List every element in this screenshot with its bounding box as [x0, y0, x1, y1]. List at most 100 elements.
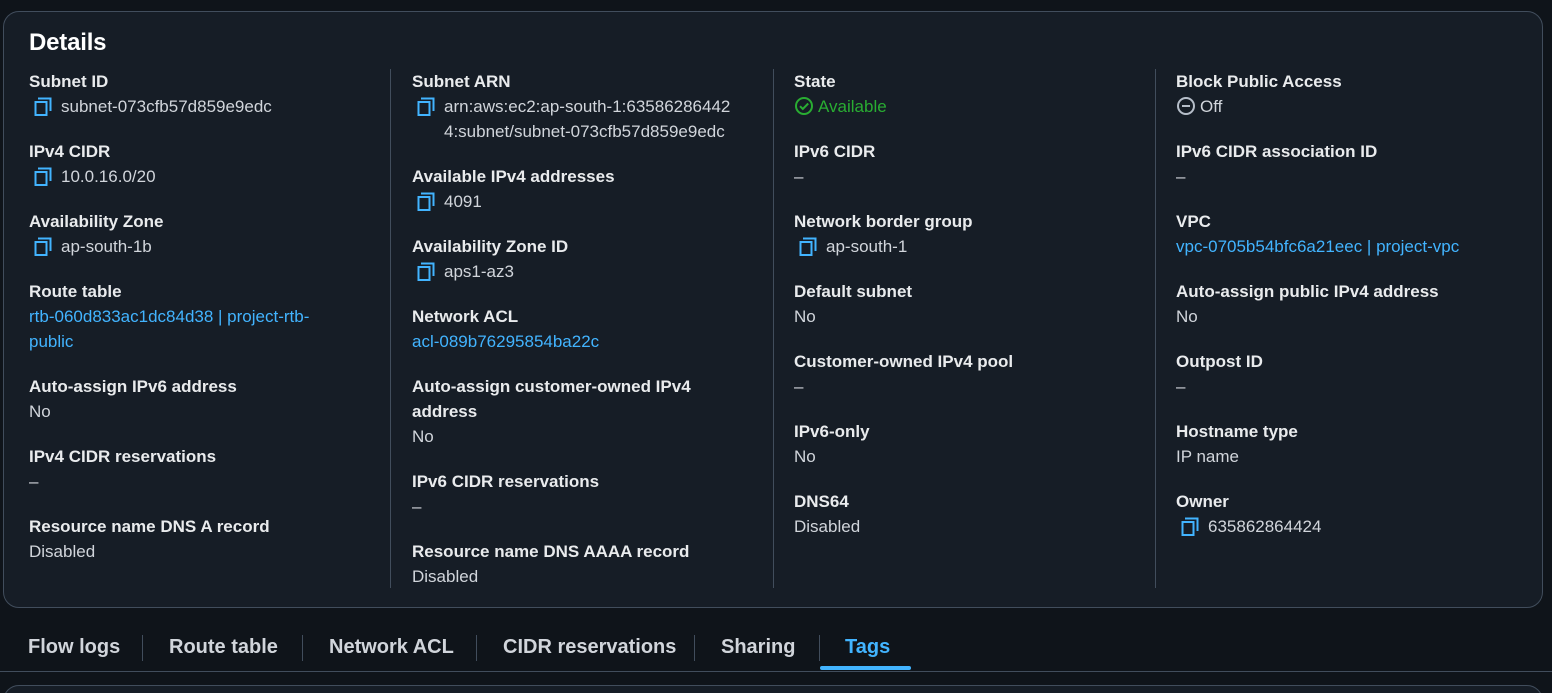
details-title: Details	[29, 29, 107, 56]
field-label: IPv6 CIDR	[794, 142, 876, 161]
value-link[interactable]: acl-089b76295854ba22c	[412, 329, 782, 354]
field-label: Hostname type	[1176, 422, 1298, 441]
value-line: No	[1176, 307, 1198, 326]
field-value[interactable]: acl-089b76295854ba22c	[412, 329, 782, 354]
value-text: Available	[794, 94, 1164, 119]
copy-icon[interactable]	[33, 167, 53, 187]
value-line[interactable]: vpc-0705b54bfc6a21eec | project-vpc	[1176, 237, 1459, 256]
field-label: Auto-assign IPv6 address	[29, 377, 237, 396]
tab-flow-logs[interactable]: Flow logs	[28, 624, 120, 671]
tab-separator	[476, 635, 477, 661]
field-value-row: No	[29, 399, 399, 424]
value-text: arn:aws:ec2:ap-south-1:63586286442	[444, 94, 730, 119]
field-owner: Owner 635862864424	[1176, 489, 1546, 539]
field-value-row: –	[794, 164, 1164, 189]
field-label: Network ACL	[412, 307, 519, 326]
value-line: No	[29, 402, 51, 421]
field-value: No	[1176, 304, 1546, 329]
copy-icon[interactable]	[1180, 517, 1200, 537]
field-value[interactable]: vpc-0705b54bfc6a21eec | project-vpc	[1176, 234, 1546, 259]
details-column-3: State Available IPv6 CIDR – Network border g…	[794, 69, 1164, 559]
field-value-row: ap-south-1b	[29, 234, 399, 259]
tab-route-table[interactable]: Route table	[169, 624, 278, 671]
field-label: Resource name DNS A record	[29, 517, 270, 536]
value-link[interactable]: vpc-0705b54bfc6a21eec | project-vpc	[1176, 234, 1546, 259]
field-value-row: Off	[1176, 94, 1546, 119]
tab-tags[interactable]: Tags	[845, 624, 890, 671]
value-line: No	[794, 307, 816, 326]
field-value-row: No	[412, 424, 782, 449]
field-value-row: –	[1176, 374, 1546, 399]
field-value: 4091	[444, 189, 482, 214]
copy-icon[interactable]	[33, 237, 53, 257]
value-line: subnet-073cfb57d859e9edc	[61, 97, 272, 116]
field-label: IPv6 CIDR association ID	[1176, 142, 1378, 161]
value-line: Disabled	[29, 542, 96, 561]
value-text: –	[1176, 164, 1546, 189]
value-line: Disabled	[794, 517, 861, 536]
field-value-row: –	[794, 374, 1164, 399]
value-line: Disabled	[412, 567, 479, 586]
tab-network-acl[interactable]: Network ACL	[329, 624, 454, 671]
value-text: 635862864424	[1208, 514, 1321, 539]
field-value-row: Disabled	[412, 564, 782, 589]
value-line: aps1-az3	[444, 262, 514, 281]
value-line: –	[412, 497, 422, 516]
value-line: 4091	[444, 192, 482, 211]
value-line: 4:subnet/subnet-073cfb57d859e9edc	[444, 122, 725, 141]
field-value: –	[794, 164, 1164, 189]
copy-icon[interactable]	[33, 97, 53, 117]
field-value-row: rtb-060d833ac1dc84d38 | project-rtb-publ…	[29, 304, 399, 354]
field-label: Default subnet	[794, 282, 913, 301]
value-link[interactable]: public	[29, 329, 399, 354]
field-ipv6-cidr-reservations: IPv6 CIDR reservations –	[412, 469, 782, 519]
field-value: –	[412, 494, 782, 519]
value-line: No	[412, 427, 434, 446]
field-label: IPv4 CIDR	[29, 142, 111, 161]
field-label: Outpost ID	[1176, 352, 1263, 371]
field-value: Disabled	[29, 539, 399, 564]
copy-icon[interactable]	[416, 192, 436, 212]
field-ipv4-cidr: IPv4 CIDR 10.0.16.0/20	[29, 139, 399, 189]
field-dns64: DNS64 Disabled	[794, 489, 1164, 539]
field-ipv6-cidr-association-id: IPv6 CIDR association ID –	[1176, 139, 1546, 189]
copy-icon[interactable]	[798, 237, 818, 257]
field-value[interactable]: rtb-060d833ac1dc84d38 | project-rtb-publ…	[29, 304, 399, 354]
field-value: –	[1176, 374, 1546, 399]
value-text: –	[1176, 374, 1546, 399]
field-value-row: No	[1176, 304, 1546, 329]
field-value-row: 4091	[412, 189, 782, 214]
value-text: No	[29, 399, 399, 424]
field-value-row: –	[29, 469, 399, 494]
value-text: –	[794, 164, 1164, 189]
field-subnet-id: Subnet ID subnet-073cfb57d859e9edc	[29, 69, 399, 119]
field-value-row: 10.0.16.0/20	[29, 164, 399, 189]
copy-icon[interactable]	[416, 262, 436, 282]
status-off-icon	[1176, 96, 1196, 116]
field-value: –	[794, 374, 1164, 399]
field-value-row: subnet-073cfb57d859e9edc	[29, 94, 399, 119]
value-line[interactable]: public	[29, 332, 73, 351]
value-text: No	[794, 304, 1164, 329]
value-text: –	[794, 374, 1164, 399]
value-line: 10.0.16.0/20	[61, 167, 156, 186]
field-availability-zone: Availability Zone ap-south-1b	[29, 209, 399, 259]
tab-cidr-reservations[interactable]: CIDR reservations	[503, 624, 676, 671]
field-network-border-group: Network border group ap-south-1	[794, 209, 1164, 259]
copy-icon[interactable]	[416, 97, 436, 117]
value-text: 4:subnet/subnet-073cfb57d859e9edc	[444, 119, 730, 144]
field-value-row: aps1-az3	[412, 259, 782, 284]
field-value-row: Disabled	[29, 539, 399, 564]
field-label: IPv6 CIDR reservations	[412, 472, 600, 491]
value-line: –	[29, 472, 39, 491]
value-text: Off	[1176, 94, 1546, 119]
value-line[interactable]: rtb-060d833ac1dc84d38 | project-rtb-	[29, 307, 309, 326]
value-link[interactable]: rtb-060d833ac1dc84d38 | project-rtb-	[29, 304, 399, 329]
value-line[interactable]: acl-089b76295854ba22c	[412, 332, 599, 351]
tab-separator	[819, 635, 820, 661]
field-label: Owner	[1176, 492, 1229, 511]
field-outpost-id: Outpost ID –	[1176, 349, 1546, 399]
field-label: Network border group	[794, 212, 973, 231]
tab-sharing[interactable]: Sharing	[721, 624, 795, 671]
field-auto-assign-ipv6-address: Auto-assign IPv6 address No	[29, 374, 399, 424]
